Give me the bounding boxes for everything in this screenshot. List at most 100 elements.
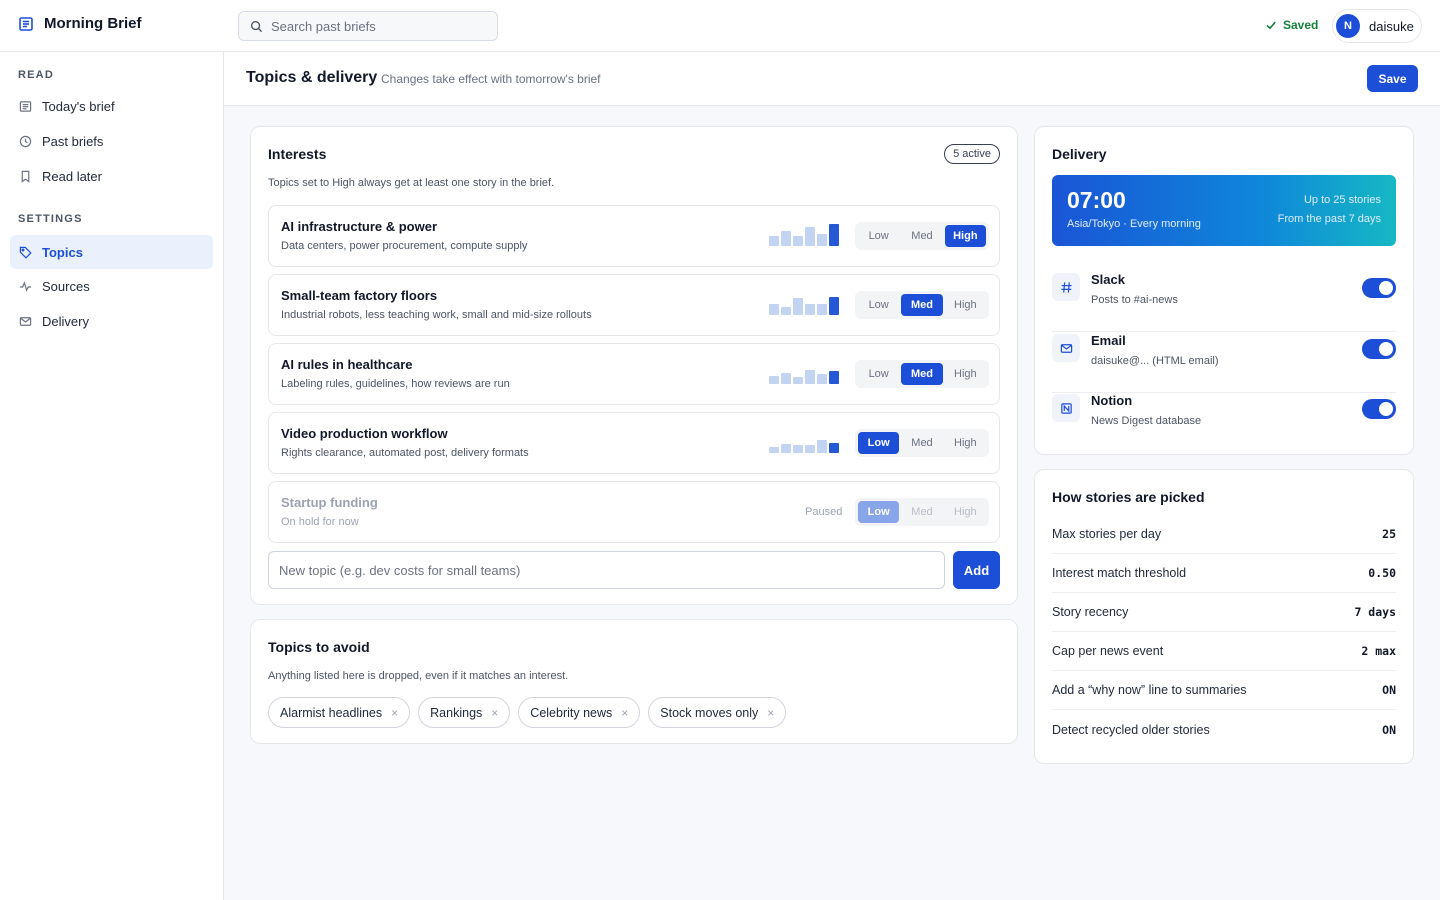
priority-high-option[interactable]: High (945, 363, 986, 385)
avoid-description: Anything listed here is dropped, even if… (268, 670, 569, 682)
brand[interactable]: Morning Brief (18, 15, 142, 32)
user-menu[interactable]: N daisuke (1332, 9, 1422, 43)
sidebar-item-label: Read later (42, 168, 102, 184)
priority-high-option[interactable]: High (945, 432, 986, 454)
rule-label: Max stories per day (1052, 527, 1162, 541)
paused-label: Paused (805, 506, 843, 518)
rule-value: ON (1382, 683, 1396, 697)
sidebar-item-todays-brief[interactable]: Today's brief (10, 89, 213, 123)
priority-high-option[interactable]: High (945, 294, 986, 316)
priority-med-option[interactable]: Med (901, 501, 942, 523)
topic-name: AI infrastructure & power (281, 219, 438, 234)
sidebar-item-sources[interactable]: Sources (10, 269, 213, 303)
avoid-chip[interactable]: Celebrity news × (518, 697, 641, 728)
sidebar-item-read-later[interactable]: Read later (10, 159, 213, 193)
trend-bar (805, 445, 815, 453)
trend-bar (805, 370, 815, 384)
hash-icon (1052, 273, 1080, 301)
sidebar-heading-read: READ (18, 69, 54, 81)
rule-value: 7 days (1354, 605, 1396, 619)
priority-selector: Low Med High (855, 291, 989, 319)
interests-title: Interests (268, 146, 327, 162)
rule-row[interactable]: Add a “why now” line to summaries ON (1052, 671, 1396, 710)
topic-description: Industrial robots, less teaching work, s… (281, 309, 592, 321)
chip-label: Rankings (430, 705, 483, 720)
topic-trend-chart (769, 362, 844, 384)
topic-trend-chart (769, 431, 844, 453)
priority-low-option[interactable]: Low (858, 501, 900, 523)
priority-low-option[interactable]: Low (858, 294, 899, 316)
avoid-chip[interactable]: Rankings × (418, 697, 511, 728)
channel-name: Notion (1091, 393, 1133, 408)
rule-row[interactable]: Story recency 7 days (1052, 593, 1396, 632)
slack-toggle[interactable] (1362, 278, 1396, 298)
app-title: Morning Brief (44, 15, 142, 32)
trend-bar (793, 377, 803, 384)
topic-name: Video production workflow (281, 426, 448, 441)
sidebar-item-topics[interactable]: Topics (10, 235, 213, 269)
newspaper-icon (19, 16, 33, 31)
sidebar-item-label: Today's brief (42, 98, 115, 114)
topic-description: Labeling rules, guidelines, how reviews … (281, 378, 510, 390)
add-topic-button[interactable]: Add (953, 551, 1000, 589)
sidebar-item-past-briefs[interactable]: Past briefs (10, 124, 213, 158)
close-icon[interactable]: × (621, 706, 628, 720)
interests-description: Topics set to High always get at least o… (268, 177, 555, 189)
channel-description: daisuke@... (HTML email) (1091, 355, 1219, 367)
email-toggle[interactable] (1362, 339, 1396, 359)
topic-trend-chart (769, 224, 844, 246)
trend-bar (781, 373, 791, 384)
priority-high-option[interactable]: High (945, 501, 986, 523)
priority-low-option[interactable]: Low (858, 432, 900, 454)
close-icon[interactable]: × (391, 706, 398, 720)
trend-bar (817, 304, 827, 315)
delivery-schedule-banner: 07:00 Asia/Tokyo · Every morning Up to 2… (1052, 175, 1396, 246)
delivery-time: 07:00 (1067, 187, 1126, 213)
priority-low-option[interactable]: Low (858, 363, 899, 385)
trend-bar (829, 297, 839, 315)
priority-med-option[interactable]: Med (901, 225, 942, 247)
trend-bar (769, 304, 779, 315)
priority-selector: Low Med High (855, 360, 989, 388)
rule-value: 0.50 (1368, 566, 1396, 580)
avoid-chip[interactable]: Alarmist headlines × (268, 697, 411, 728)
delivery-title: Delivery (1052, 146, 1107, 162)
sidebar-item-delivery[interactable]: Delivery (10, 304, 213, 338)
rule-row[interactable]: Cap per news event 2 max (1052, 632, 1396, 671)
activity-icon (19, 280, 32, 292)
rule-value: 25 (1382, 527, 1396, 541)
rule-row[interactable]: Interest match threshold 0.50 (1052, 554, 1396, 593)
search-icon (250, 20, 263, 32)
priority-med-option[interactable]: Med (901, 294, 943, 316)
saved-label: Saved (1283, 18, 1319, 32)
close-icon[interactable]: × (767, 706, 774, 720)
mail-icon (19, 316, 32, 326)
newspaper-icon (19, 100, 32, 112)
delivery-window: From the past 7 days (1277, 213, 1381, 225)
delivery-schedule: Asia/Tokyo · Every morning (1067, 218, 1201, 230)
trend-bar (805, 227, 815, 246)
notion-toggle[interactable] (1362, 399, 1396, 419)
sidebar-heading-settings: SETTINGS (18, 213, 83, 225)
close-icon[interactable]: × (491, 706, 498, 720)
save-button[interactable]: Save (1367, 65, 1418, 92)
delivery-story-limit: Up to 25 stories (1303, 194, 1381, 206)
bookmark-icon (21, 170, 30, 183)
rule-row[interactable]: Detect recycled older stories ON (1052, 710, 1396, 749)
trend-bar (805, 304, 815, 315)
search-input[interactable] (271, 18, 481, 34)
priority-low-option[interactable]: Low (858, 225, 899, 247)
rule-row[interactable]: Max stories per day 25 (1052, 515, 1396, 554)
priority-med-option[interactable]: Med (901, 432, 942, 454)
priority-selector: Low Med High (855, 222, 989, 250)
search-box[interactable] (238, 11, 498, 41)
avoid-card: Topics to avoid Anything listed here is … (250, 619, 1018, 744)
priority-med-option[interactable]: Med (901, 363, 943, 385)
sidebar: READ Today's brief Past briefs Read late… (0, 52, 224, 900)
channel-description: News Digest database (1091, 415, 1202, 427)
new-topic-input[interactable] (268, 551, 945, 589)
priority-high-option[interactable]: High (944, 225, 986, 247)
avoid-chip[interactable]: Stock moves only × (648, 697, 787, 728)
topic-row: Video production workflow Rights clearan… (268, 412, 1000, 474)
trend-bar (817, 374, 827, 384)
